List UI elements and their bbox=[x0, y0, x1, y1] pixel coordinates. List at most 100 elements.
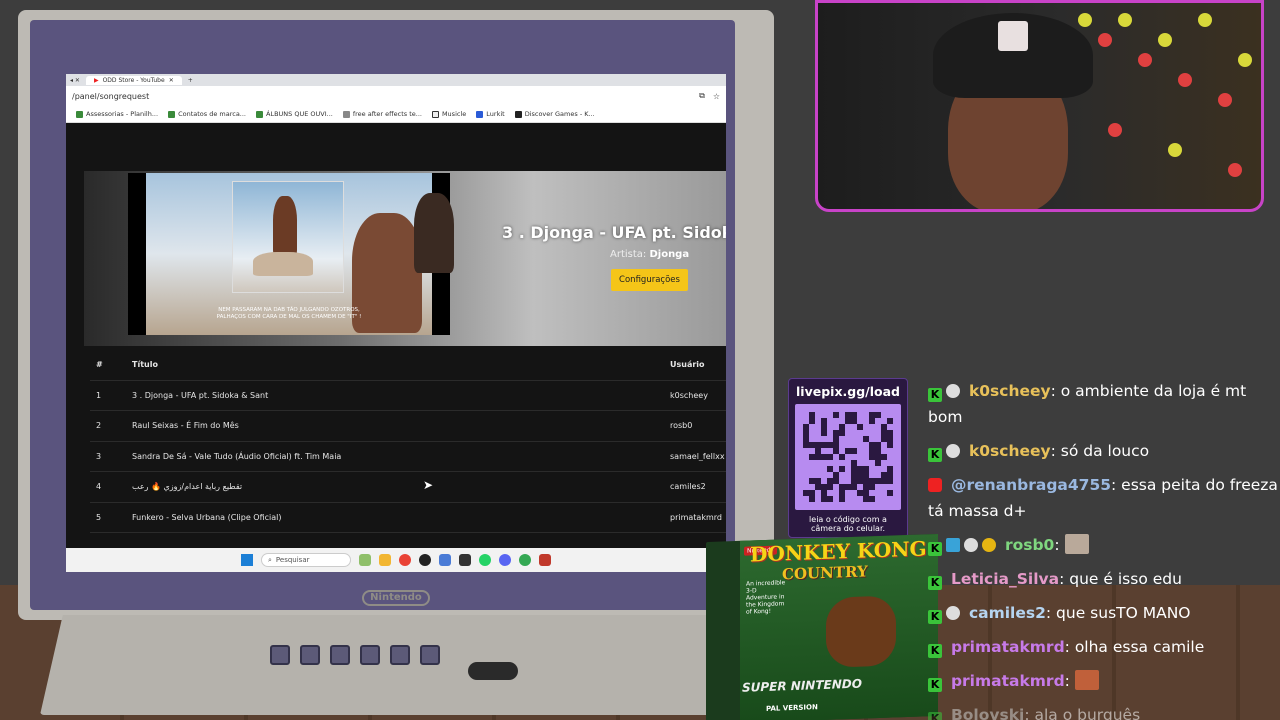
bookmark-item[interactable]: Discover Games - K... bbox=[514, 110, 595, 118]
chat-username: camiles2 bbox=[968, 604, 1046, 622]
table-row[interactable]: 2 Raul Seixas - É Fim do Mês rosb0 bbox=[90, 411, 726, 442]
bookmark-item[interactable]: free after effects te... bbox=[342, 110, 422, 118]
file-explorer-icon[interactable] bbox=[379, 554, 391, 566]
address-bar[interactable]: /panel/songrequest ⧉ ☆ bbox=[66, 86, 726, 106]
row-num: 4 bbox=[96, 482, 102, 492]
taskbar-search[interactable]: ⌕ Pesquisar bbox=[261, 553, 351, 567]
chat-message: @renanbraga4755: essa peita do freeza tá… bbox=[928, 472, 1278, 524]
url-text[interactable]: /panel/songrequest bbox=[72, 92, 699, 101]
close-tab-icon[interactable]: ✕ bbox=[169, 77, 174, 84]
album-art bbox=[232, 181, 344, 293]
chat-text: : só da louco bbox=[1050, 442, 1150, 460]
bookmark-item[interactable]: ÁLBUNS QUE OUVI... bbox=[256, 110, 333, 118]
chrome-profile-icon[interactable] bbox=[519, 554, 531, 566]
row-user: samael_fellxx bbox=[670, 451, 725, 461]
shelf-item bbox=[1168, 143, 1182, 157]
tv-video-button bbox=[420, 645, 440, 665]
chat-message: K primatakmrd: bbox=[928, 668, 1278, 694]
bookmark-star-icon[interactable]: ☆ bbox=[713, 92, 720, 101]
tv-power-button bbox=[270, 645, 290, 665]
table-row[interactable]: 1 3 . Djonga - UFA pt. Sidoka & Sant k0s… bbox=[90, 381, 726, 411]
shelf-item bbox=[1218, 93, 1232, 107]
whatsapp-icon[interactable] bbox=[479, 554, 491, 566]
tv-volume-up-button bbox=[330, 645, 350, 665]
bookmark-item[interactable]: Musicle bbox=[431, 110, 466, 118]
kick-badge-icon: K bbox=[928, 712, 942, 720]
browser-tab-bar: ◂ ✕ ▶ ODD Store - YouTube ✕ + bbox=[66, 74, 726, 86]
bookmark-item[interactable]: Contatos de marca... bbox=[168, 110, 246, 118]
row-user: k0scheey bbox=[670, 390, 708, 400]
chrome-icon[interactable] bbox=[399, 554, 411, 566]
moderator-badge-icon bbox=[946, 384, 960, 398]
table-row[interactable]: 3 Sandra De Sá - Vale Tudo (Áudio Oficia… bbox=[90, 442, 726, 472]
moderator-badge-icon bbox=[946, 606, 960, 620]
new-tab-icon[interactable]: + bbox=[188, 77, 193, 84]
chat-username: @renanbraga4755 bbox=[950, 476, 1112, 494]
row-title: Sandra De Sá - Vale Tudo (Áudio Oficial)… bbox=[132, 451, 342, 461]
chat-text: : olha essa camile bbox=[1064, 638, 1205, 656]
table-row[interactable]: 4 تقطيع رباية اعدام/زوزي 🔥 رعب camiles2 bbox=[90, 472, 726, 503]
tv-base bbox=[40, 615, 800, 715]
translate-icon[interactable]: ⧉ bbox=[699, 91, 705, 101]
widget-icon[interactable] bbox=[359, 554, 371, 566]
chat-message: K k0scheey: só da louco bbox=[928, 438, 1278, 464]
settings-button[interactable]: Configurações bbox=[611, 269, 688, 291]
kick-badge-icon: K bbox=[928, 448, 942, 462]
bookmark-item[interactable]: Lurkit bbox=[476, 110, 505, 118]
artist-label: Artista: bbox=[610, 249, 647, 260]
discord-icon[interactable] bbox=[499, 554, 511, 566]
tv-volume-down-button bbox=[300, 645, 320, 665]
kick-badge-icon: K bbox=[928, 610, 942, 624]
album-figure bbox=[273, 196, 297, 256]
chat-message: K rosb0: bbox=[928, 532, 1278, 558]
row-num: 2 bbox=[96, 421, 102, 431]
chat-message: K Bolovski: ala o burguês bbox=[928, 702, 1278, 720]
row-num: 3 bbox=[96, 451, 102, 461]
row-user: primatakmrd bbox=[670, 512, 722, 522]
chat-text: : que é isso edu bbox=[1059, 570, 1182, 588]
search-icon: ⌕ bbox=[268, 555, 272, 564]
header-user: Usuário bbox=[670, 360, 705, 370]
video-player[interactable]: NEM PASSARAM NA DAB TÃO JULGANDO OZOTROS… bbox=[128, 173, 454, 335]
emote-icon bbox=[1074, 670, 1099, 690]
chat-username: rosb0 bbox=[1004, 536, 1055, 554]
taskbar-search-placeholder: Pesquisar bbox=[275, 556, 310, 564]
bookmark-item[interactable]: Assessorias - Planilh... bbox=[76, 110, 158, 118]
qr-module bbox=[887, 496, 893, 502]
kick-badge-icon: K bbox=[928, 576, 942, 590]
shelf-item bbox=[1098, 33, 1112, 47]
emote-icon bbox=[1064, 534, 1089, 554]
chat-text: : bbox=[1054, 536, 1060, 554]
shelf-item bbox=[1118, 13, 1132, 27]
tv-brand-logo: Nintendo bbox=[362, 590, 430, 606]
table-row[interactable]: 5 Funkero - Selva Urbana (Clipe Oficial)… bbox=[90, 503, 726, 533]
album-figure bbox=[253, 252, 313, 276]
obs-icon[interactable] bbox=[419, 554, 431, 566]
coin-badge-icon bbox=[982, 538, 996, 552]
window-controls[interactable]: ◂ ✕ bbox=[70, 77, 80, 84]
app-icon[interactable] bbox=[539, 554, 551, 566]
bookmark-icon bbox=[476, 110, 484, 118]
webcam-overlay bbox=[815, 0, 1264, 212]
bookmark-icon bbox=[431, 110, 439, 118]
windows-start-icon[interactable] bbox=[241, 554, 253, 566]
header-title: Título bbox=[132, 360, 158, 370]
chat-message: K k0scheey: o ambiente da loja é mt bom bbox=[928, 378, 1278, 430]
chat-message: K primatakmrd: olha essa camile bbox=[928, 634, 1278, 660]
now-playing-title: 3 . Djonga - UFA pt. Sidoka bbox=[502, 223, 726, 242]
browser-tab[interactable]: ▶ ODD Store - YouTube ✕ bbox=[85, 75, 182, 85]
artist-name: Djonga bbox=[649, 249, 690, 260]
cube-badge-icon bbox=[946, 538, 960, 552]
qr-pattern bbox=[803, 412, 893, 502]
youtube-icon: ▶ bbox=[93, 76, 99, 84]
shelf-item bbox=[1178, 73, 1192, 87]
qr-code[interactable] bbox=[795, 404, 901, 510]
chat-text: : ala o burguês bbox=[1024, 706, 1141, 720]
terminal-icon[interactable] bbox=[459, 554, 471, 566]
chat-username: k0scheey bbox=[968, 382, 1051, 400]
game-title: DONKEY KONG bbox=[750, 536, 927, 567]
shelf-item bbox=[1238, 53, 1252, 67]
song-queue-table: # Título Usuário 1 3 . Djonga - UFA pt. … bbox=[90, 350, 726, 533]
app-icon[interactable] bbox=[439, 554, 451, 566]
chat-username: primatakmrd bbox=[950, 638, 1065, 656]
